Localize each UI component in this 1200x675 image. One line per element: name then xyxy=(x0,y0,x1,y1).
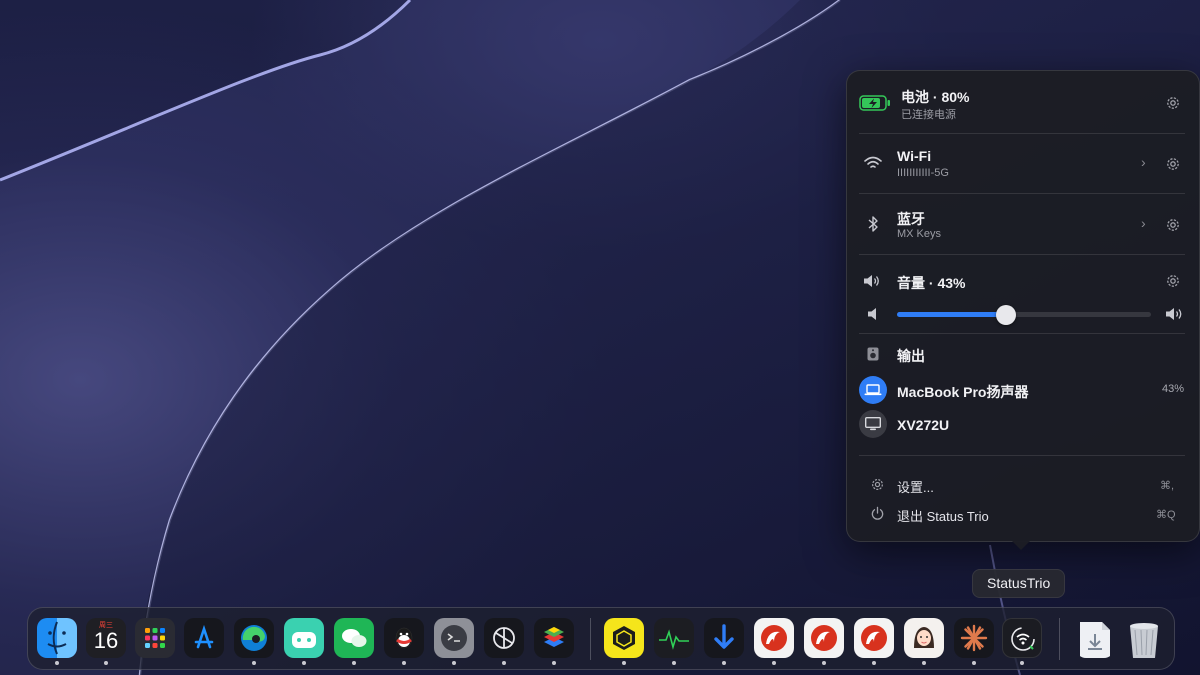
volume-slider-knob[interactable] xyxy=(996,305,1017,325)
bluetooth-device-name: MX Keys xyxy=(897,228,942,240)
terminal-icon[interactable] xyxy=(434,618,474,658)
running-indicator xyxy=(972,661,976,665)
speaker-box-icon xyxy=(867,347,879,361)
output-title: 输出 xyxy=(897,348,925,364)
laptop-icon xyxy=(864,384,882,396)
speaker-icon xyxy=(864,275,879,287)
dock-separator xyxy=(1059,618,1060,660)
running-indicator xyxy=(872,661,876,665)
running-indicator xyxy=(55,661,59,665)
red-swirl-app-1-icon[interactable] xyxy=(754,618,794,658)
monitor-icon xyxy=(865,417,881,431)
wifi-chevron-right-icon[interactable]: › xyxy=(1141,154,1146,170)
running-indicator xyxy=(502,661,506,665)
battery-settings-gear-icon[interactable] xyxy=(1165,95,1181,111)
running-indicator xyxy=(1020,661,1024,665)
avatar-app-icon[interactable] xyxy=(904,618,944,658)
dock-separator xyxy=(590,618,591,660)
volume-slider[interactable] xyxy=(897,305,1151,325)
volume-max-icon xyxy=(1166,308,1182,320)
launchpad-icon[interactable] xyxy=(135,618,175,658)
battery-status: 已连接电源 xyxy=(901,109,956,121)
activity-monitor-icon[interactable] xyxy=(654,618,694,658)
running-indicator xyxy=(402,661,406,665)
settings-menu-item[interactable]: 设置... xyxy=(897,477,934,496)
running-indicator xyxy=(352,661,356,665)
running-indicator xyxy=(452,661,456,665)
running-indicator xyxy=(104,661,108,665)
wifi-icon xyxy=(864,156,882,168)
finder-icon[interactable] xyxy=(37,618,77,658)
output-device-volume: 43% xyxy=(1162,383,1185,395)
chatgpt-icon[interactable] xyxy=(484,618,524,658)
running-indicator xyxy=(622,661,626,665)
settings-gear-icon xyxy=(872,479,883,490)
volume-slider-fill xyxy=(897,312,1007,317)
calendar-icon[interactable]: 周三 16 xyxy=(86,618,126,658)
volume-settings-gear-icon[interactable] xyxy=(1165,273,1181,289)
divider xyxy=(859,133,1185,134)
running-indicator xyxy=(302,661,306,665)
running-indicator xyxy=(252,661,256,665)
running-indicator xyxy=(672,661,676,665)
status-trio-popover: 电池 · 80% 已连接电源 Wi-Fi IIIIIIIIIII-5G › 蓝牙… xyxy=(846,70,1200,542)
settings-shortcut: ⌘, xyxy=(1160,480,1175,492)
trash-icon[interactable] xyxy=(1124,618,1164,658)
claude-icon[interactable] xyxy=(954,618,994,658)
divider xyxy=(859,333,1185,334)
app-store-icon[interactable] xyxy=(184,618,224,658)
download-arrow-icon[interactable] xyxy=(704,618,744,658)
dock-tooltip: StatusTrio xyxy=(972,569,1066,598)
bluetooth-icon xyxy=(868,216,878,232)
macbook-speaker-device-button[interactable] xyxy=(859,376,887,404)
statustrio-icon[interactable] xyxy=(1002,618,1042,658)
yellow-cube-app-icon[interactable] xyxy=(604,618,644,658)
qq-icon[interactable] xyxy=(384,618,424,658)
output-device-name[interactable]: XV272U xyxy=(897,417,949,433)
wifi-network-name: IIIIIIIIIII-5G xyxy=(897,167,949,179)
quit-menu-item[interactable]: 退出 Status Trio xyxy=(897,506,989,525)
edge-icon[interactable] xyxy=(234,618,274,658)
divider xyxy=(859,455,1185,456)
quit-shortcut: ⌘Q xyxy=(1156,509,1176,521)
bluetooth-settings-gear-icon[interactable] xyxy=(1165,217,1181,233)
battery-charging-icon xyxy=(859,95,890,111)
bluestacks-icon[interactable] xyxy=(534,618,574,658)
red-swirl-app-2-icon[interactable] xyxy=(804,618,844,658)
running-indicator xyxy=(822,661,826,665)
power-icon xyxy=(871,506,884,520)
volume-title: 音量 · 43% xyxy=(897,275,966,291)
wifi-settings-gear-icon[interactable] xyxy=(1165,156,1181,172)
bluetooth-title: 蓝牙 xyxy=(897,211,925,227)
red-swirl-app-3-icon[interactable] xyxy=(854,618,894,658)
running-indicator xyxy=(922,661,926,665)
xv272u-device-button[interactable] xyxy=(859,410,887,438)
wifi-title: Wi-Fi xyxy=(897,148,932,164)
divider xyxy=(859,193,1185,194)
wechat-icon[interactable] xyxy=(334,618,374,658)
running-indicator xyxy=(552,661,556,665)
running-indicator xyxy=(772,661,776,665)
battery-title: 电池 · 80% xyxy=(901,89,970,105)
downloads-folder-icon[interactable] xyxy=(1076,618,1114,658)
popover-arrow xyxy=(1010,539,1032,550)
divider xyxy=(859,254,1185,255)
bluetooth-chevron-right-icon[interactable]: › xyxy=(1141,215,1146,231)
game-launcher-icon[interactable] xyxy=(284,618,324,658)
running-indicator xyxy=(722,661,726,665)
output-device-name[interactable]: MacBook Pro扬声器 xyxy=(897,382,1028,402)
calendar-day: 16 xyxy=(93,628,119,653)
volume-min-icon xyxy=(868,308,876,320)
